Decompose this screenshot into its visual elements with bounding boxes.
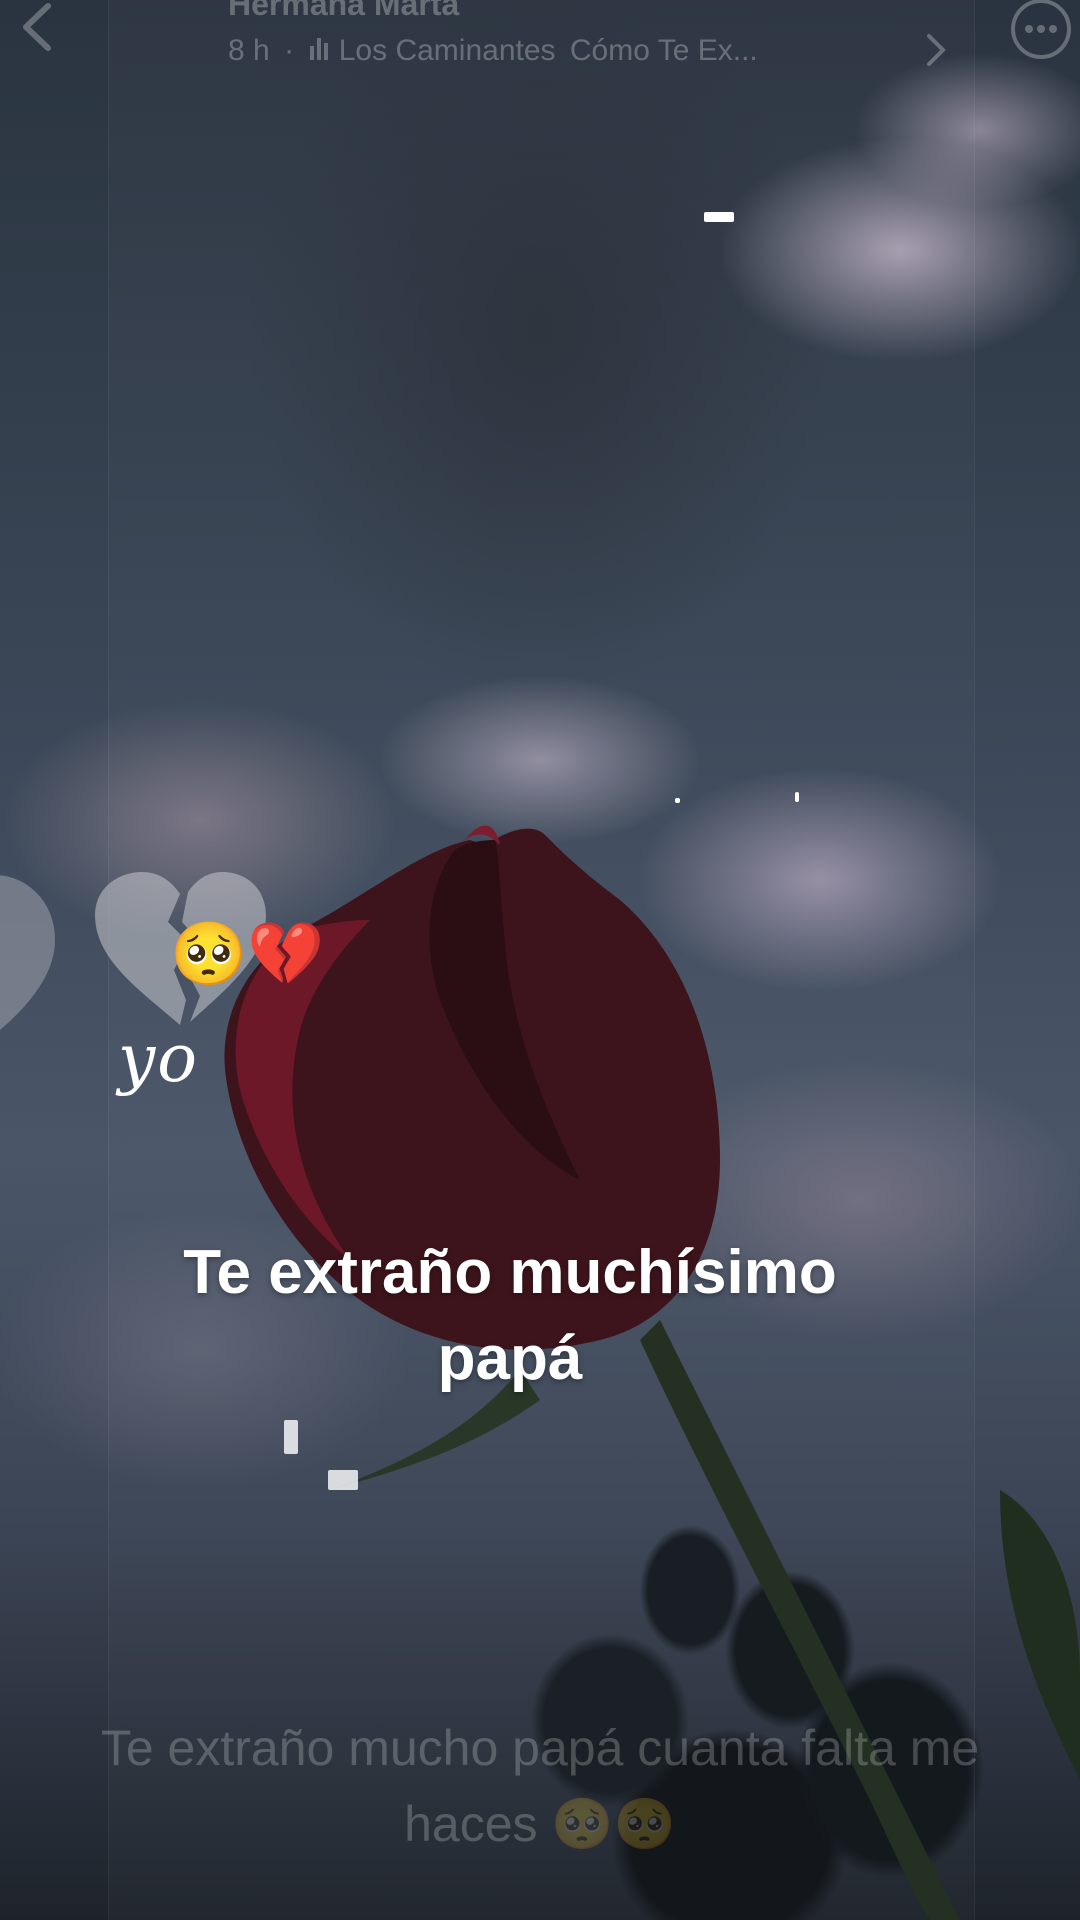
- account-name[interactable]: Hermana Marta: [228, 0, 459, 23]
- sparkle: [284, 1420, 298, 1454]
- sparkle: [675, 798, 680, 803]
- description-line-1: Te extraño mucho papá cuanta falta me: [100, 1720, 980, 1776]
- post-meta: 8 h · Los Caminantes Cómo Te Ex...: [228, 34, 764, 68]
- sparkle: [795, 792, 799, 802]
- equalizer-icon: [310, 38, 329, 60]
- sticker: 🥺💔 yo: [90, 870, 350, 1110]
- caption-line-1: Te extraño muchísimo: [183, 1238, 837, 1307]
- post-description[interactable]: Te extraño mucho papá cuanta falta me ha…: [0, 1710, 1080, 1862]
- chevron-right-icon[interactable]: [925, 32, 947, 68]
- description-line-2: haces 🥺🥺: [404, 1796, 676, 1852]
- music-song[interactable]: Cómo Te Ex...: [570, 34, 758, 67]
- chevron-left-icon[interactable]: [14, 2, 58, 52]
- music-artist[interactable]: Los Caminantes: [339, 34, 556, 67]
- video-caption-overlay: Te extraño muchísimo papá: [100, 1230, 920, 1402]
- caption-line-2: papá: [437, 1324, 583, 1393]
- meta-separator: ·: [284, 34, 295, 67]
- time-ago: 8 h: [228, 34, 270, 67]
- handwritten-label: yo: [118, 1020, 200, 1097]
- sparkle: [328, 1470, 358, 1490]
- heart-shape-left: [0, 875, 55, 1030]
- sparkle: [704, 212, 734, 222]
- more-horizontal-icon[interactable]: [1010, 0, 1072, 60]
- sticker-emojis: 🥺💔: [170, 920, 325, 989]
- post-header: Hermana Marta 8 h · Los Caminantes Cómo …: [0, 0, 1080, 80]
